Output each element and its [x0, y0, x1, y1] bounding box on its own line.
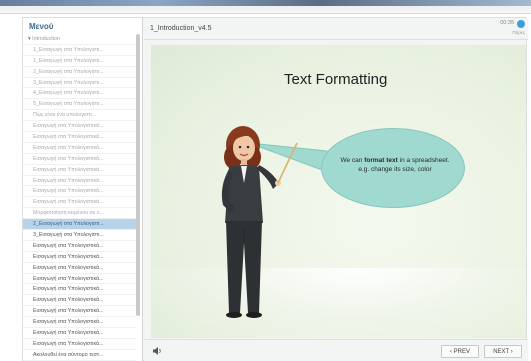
browser-toolbar — [0, 0, 531, 6]
status-dot-icon — [517, 20, 525, 28]
next-button[interactable]: NEXT › — [484, 345, 522, 358]
menu-item[interactable]: Εισαγωγή στα Υπολογιστικά... — [23, 339, 136, 350]
menu-item[interactable]: Εισαγωγή στα Υπολογιστικά... — [23, 306, 136, 318]
menu-item[interactable]: 1_Εισαγωγή στα Υπολογιστι... — [23, 56, 136, 67]
speech-bubble-text: We can format text in a spreadsheet. e.g… — [337, 157, 453, 174]
menu-scrollbar[interactable] — [136, 34, 140, 316]
menu-item[interactable]: Εισαγωγή στα Υπολογιστικά... — [23, 284, 136, 296]
menu-item[interactable]: Πώς είναι ένα υπολογιστι... — [23, 110, 136, 122]
presenter-character-icon — [221, 126, 298, 318]
menu-item[interactable]: Εισαγωγή στα Υπολογιστικά... — [23, 143, 136, 154]
menu-item[interactable]: Εισαγωγή στα Υπολογιστικά... — [23, 274, 136, 285]
menu-item[interactable]: Εισαγωγή στα Υπολογιστικά... — [23, 165, 136, 176]
menu-item[interactable]: Μορφοποίηση κειμένου σε υ... — [23, 208, 136, 220]
bubble-text-pre: We can — [340, 157, 365, 164]
menu-item[interactable]: 3_Εισαγωγή στα Υπολογιστι... — [23, 230, 136, 241]
menu-item[interactable]: Εισαγωγή στα Υπολογιστικά... — [23, 263, 136, 274]
slide-title: Text Formatting — [284, 71, 388, 88]
menu-item[interactable]: 2_Εισαγωγή στα Υπολογιστι... — [23, 67, 136, 78]
menu-item[interactable]: Εισαγωγή στα Υπολογιστικά... — [23, 241, 136, 252]
menu-item[interactable]: Εισαγωγή στα Υπολογιστικά... — [23, 197, 136, 209]
menu-item[interactable]: 4_Εισαγωγή στα Υπολογιστι... — [23, 88, 136, 100]
menu-item[interactable]: Εισαγωγή στα Υπολογιστικά... — [23, 132, 136, 143]
player-controls: ‹ PREV NEXT › — [144, 339, 528, 361]
menu-item[interactable]: 5_Εισαγωγή στα Υπολογιστι... — [23, 99, 136, 111]
menu-item[interactable]: Εισαγωγή στα Υπολογιστικά... — [23, 295, 136, 307]
menu-title: Μενού — [29, 22, 54, 31]
slide-canvas: Text Formatting We can format text in a … — [151, 45, 526, 338]
menu-item[interactable]: 3_Εισαγωγή στα Υπολογιστι... — [23, 78, 136, 89]
menu-item[interactable]: Εισαγωγή στα Υπολογιστικά... — [23, 154, 136, 165]
sidebar-menu: Μενού Introduction1_Εισαγωγή στα Υπολογι… — [23, 18, 143, 361]
slide-name: 1_Introduction_v4.5 — [150, 25, 212, 32]
bubble-text-bold: format text — [364, 157, 398, 164]
slide-header: 1_Introduction_v4.5 00:35 Πάρες — [144, 18, 528, 40]
menu-item[interactable]: Εισαγωγή στα Υπολογιστικά... — [23, 328, 136, 339]
elapsed-time: 00:35 — [500, 20, 514, 26]
menu-item[interactable]: Εισαγωγή στα Υπολογιστικά... — [23, 252, 136, 263]
menu-item[interactable]: Εισαγωγή στα Υπολογιστικά... — [23, 186, 136, 198]
more-link[interactable]: Πάρες — [512, 30, 525, 35]
menu-item[interactable]: Εισαγωγή στα Υπολογιστικά... — [23, 317, 136, 329]
menu-item[interactable]: 1_Εισαγωγή στα Υπολογιστι... — [23, 45, 136, 56]
menu-item[interactable]: 2_Εισαγωγή στα Υπολογιστι... — [23, 219, 136, 231]
speaker-icon[interactable] — [152, 346, 162, 356]
menu-item[interactable]: Ακολουθεί ένα σύντομο τεστ... — [23, 350, 136, 361]
prev-button[interactable]: ‹ PREV — [441, 345, 479, 358]
menu-section-header[interactable]: Introduction — [23, 34, 136, 45]
menu-item[interactable]: Εισαγωγή στα Υπολογιστικά... — [23, 176, 136, 187]
menu-item[interactable]: Εισαγωγή στα Υπολογιστικά... — [23, 121, 136, 133]
browser-top-strip — [0, 0, 531, 14]
menu-list: Introduction1_Εισαγωγή στα Υπολογιστι...… — [23, 34, 141, 361]
course-player: Μενού Introduction1_Εισαγωγή στα Υπολογι… — [22, 17, 528, 361]
